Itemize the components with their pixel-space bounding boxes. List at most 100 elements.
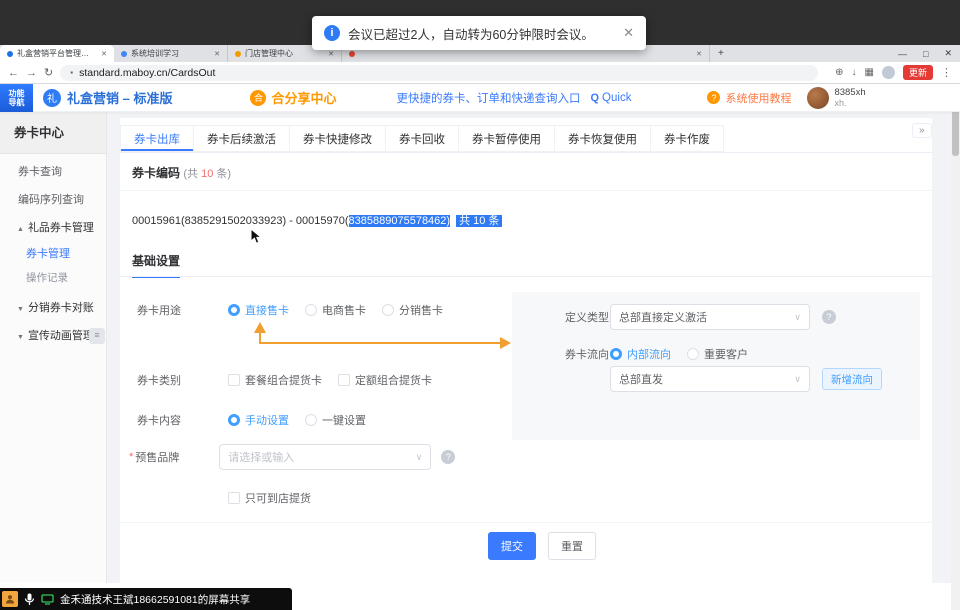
screen: i 会议已超过2人，自动转为60分钟限时会议。 ✕ 礼盒营销平台管理中心 ✕ 系… xyxy=(0,0,960,610)
card-tabs: 券卡出库 券卡后续激活 券卡快捷修改 券卡回收 券卡暂停使用 券卡恢复使用 券卡… xyxy=(120,125,932,153)
window-maximize-button[interactable]: □ xyxy=(915,49,936,59)
sidebar-group-distribution-reconciliation[interactable]: ▼分销券卡对账 xyxy=(0,296,106,320)
sidebar-item-operation-log[interactable]: 操作记录 xyxy=(0,266,106,290)
checkbox-icon xyxy=(228,492,240,504)
user-name: 8385xh xyxy=(834,88,865,98)
select-flow[interactable]: 总部直发 ∨ xyxy=(610,366,810,392)
code-range-line: 00015961(8385291502033923) - 00015970(83… xyxy=(132,212,502,228)
select-presale-brand[interactable]: 请选择或输入 ∨ xyxy=(219,444,431,470)
radio-one-click-setting[interactable]: 一键设置 xyxy=(305,412,366,428)
add-flow-button[interactable]: 新增流向 xyxy=(822,368,882,390)
forward-button[interactable]: → xyxy=(26,67,37,79)
code-text-selected: 8385889075578462) xyxy=(349,215,451,227)
reload-button[interactable]: ↻ xyxy=(44,66,53,79)
checkbox-fixed-combo-card[interactable]: 定额组合提货卡 xyxy=(338,372,432,388)
question-icon[interactable]: ? xyxy=(822,310,836,324)
kebab-menu-icon[interactable]: ⋮ xyxy=(941,66,952,79)
divider xyxy=(120,276,932,277)
radio-direct-sale[interactable]: 直接售卡 xyxy=(228,302,289,318)
tab-close-icon[interactable]: ✕ xyxy=(101,50,107,58)
tab-pause-use[interactable]: 券卡暂停使用 xyxy=(458,125,555,152)
select-define-type[interactable]: 总部直接定义激活 ∨ xyxy=(610,304,810,330)
tab-close-icon[interactable]: ✕ xyxy=(214,50,220,58)
submit-button[interactable]: 提交 xyxy=(488,532,536,560)
browser-tab-main[interactable]: 礼盒营销平台管理中心 ✕ xyxy=(0,45,114,62)
flow-select-row: 总部直发 ∨ 新增流向 xyxy=(610,366,882,392)
tab-resume-use[interactable]: 券卡恢复使用 xyxy=(554,125,651,152)
toast-close-icon[interactable]: ✕ xyxy=(623,25,634,41)
zoom-icon[interactable]: ⊕ xyxy=(835,67,843,78)
triangle-down-icon: ▼ xyxy=(17,306,24,313)
tab-recycle[interactable]: 券卡回收 xyxy=(385,125,459,152)
radio-label: 电商售卡 xyxy=(322,302,366,318)
tab-follow-up-activate[interactable]: 券卡后续激活 xyxy=(193,125,290,152)
sidebar-group-gift-card-management[interactable]: ▲礼品券卡管理 xyxy=(0,216,106,240)
share-center-link[interactable]: 合分享中心 xyxy=(271,88,336,107)
function-nav-button[interactable]: 功能 导航 xyxy=(0,84,33,112)
checkbox-package-combo-card[interactable]: 套餐组合提货卡 xyxy=(228,372,322,388)
quick-link[interactable]: Quick xyxy=(602,92,631,104)
content-row: 券卡内容 手动设置 一键设置 xyxy=(137,412,382,428)
select-value: 总部直发 xyxy=(619,371,663,387)
download-icon[interactable]: ↓ xyxy=(852,67,857,78)
radio-icon xyxy=(610,348,622,360)
sidebar-item-card-query[interactable]: 券卡查询 xyxy=(0,160,106,184)
triangle-up-icon: ▲ xyxy=(17,226,24,233)
microphone-icon[interactable] xyxy=(24,593,35,606)
window-close-button[interactable]: ✕ xyxy=(936,48,960,59)
store-only-row: 只可到店提货 xyxy=(228,490,327,506)
panel-collapse-button[interactable]: » xyxy=(912,123,932,138)
tab-close-icon[interactable]: ✕ xyxy=(328,50,334,58)
tab-cards-out[interactable]: 券卡出库 xyxy=(120,125,194,152)
meeting-toast: i 会议已超过2人，自动转为60分钟限时会议。 ✕ xyxy=(312,16,646,50)
checkbox-store-pickup-only[interactable]: 只可到店提货 xyxy=(228,490,311,506)
tab-title: 礼盒营销平台管理中心 xyxy=(17,48,95,59)
browser-avatar[interactable] xyxy=(882,66,895,79)
tab-quick-edit[interactable]: 券卡快捷修改 xyxy=(289,125,386,152)
definition-panel: 定义类型 总部直接定义激活 ∨ ? 券卡流向 内部流向 重要客户 总部直发 ∨ … xyxy=(512,292,920,440)
tab-title: 门店管理中心 xyxy=(245,48,322,59)
define-type-label: 定义类型 xyxy=(565,309,610,325)
toast-message: 会议已超过2人，自动转为60分钟限时会议。 xyxy=(348,24,594,43)
radio-internal-flow[interactable]: 内部流向 xyxy=(610,346,671,362)
reset-button[interactable]: 重置 xyxy=(548,532,596,560)
promo-link[interactable]: 更快捷的券卡、订单和快递查询入口 xyxy=(396,90,580,106)
chevron-down-icon: ∨ xyxy=(416,452,423,463)
update-button[interactable]: 更新 xyxy=(903,65,933,80)
tab-close-icon[interactable]: ✕ xyxy=(696,50,702,58)
radio-label: 一键设置 xyxy=(322,412,366,428)
page-scrollbar[interactable] xyxy=(951,84,960,610)
site-icon: ▪ xyxy=(70,68,73,77)
user-avatar[interactable] xyxy=(807,87,829,109)
new-tab-button[interactable]: + xyxy=(710,45,732,62)
back-button[interactable]: ← xyxy=(8,67,19,79)
sidebar-item-code-sequence-query[interactable]: 编码序列查询 xyxy=(0,188,106,212)
content-card: 券卡出库 券卡后续激活 券卡快捷修改 券卡回收 券卡暂停使用 券卡恢复使用 券卡… xyxy=(120,118,932,583)
tab-title: 系统培训学习 xyxy=(131,48,208,59)
checkbox-label: 定额组合提货卡 xyxy=(355,372,432,388)
tab-grid-icon[interactable]: ▦ xyxy=(865,67,874,78)
required-mark: * xyxy=(129,451,133,463)
category-label: 券卡类别 xyxy=(137,372,228,388)
help-link[interactable]: 系统使用教程 xyxy=(725,90,791,106)
define-type-row: 定义类型 总部直接定义激活 ∨ ? xyxy=(565,304,836,330)
radio-important-customer[interactable]: 重要客户 xyxy=(687,346,748,362)
browser-tab-training[interactable]: 系统培训学习 ✕ xyxy=(114,45,228,62)
question-icon[interactable]: ? xyxy=(441,450,455,464)
form-actions: 提交 重置 xyxy=(488,532,596,560)
radio-manual-setting[interactable]: 手动设置 xyxy=(228,412,289,428)
radio-distribution-sale[interactable]: 分销售卡 xyxy=(382,302,443,318)
radio-label: 分销售卡 xyxy=(399,302,443,318)
url-bar[interactable]: ▪ standard.maboy.cn/CardsOut xyxy=(60,65,818,81)
sidebar-item-card-management[interactable]: 券卡管理 xyxy=(0,242,106,266)
sidebar-title: 券卡中心 xyxy=(0,112,106,154)
address-bar: ← → ↻ ▪ standard.maboy.cn/CardsOut ⊕ ↓ ▦… xyxy=(0,62,960,84)
sidebar-collapse-handle[interactable]: ≡ xyxy=(89,328,105,344)
radio-label: 直接售卡 xyxy=(245,302,289,318)
window-minimize-button[interactable]: — xyxy=(890,49,915,59)
tab-void[interactable]: 券卡作废 xyxy=(650,125,724,152)
radio-icon xyxy=(687,348,699,360)
chevron-down-icon: ∨ xyxy=(794,374,801,385)
codes-count: (共 10 条) xyxy=(183,168,231,180)
radio-ecommerce-sale[interactable]: 电商售卡 xyxy=(305,302,366,318)
